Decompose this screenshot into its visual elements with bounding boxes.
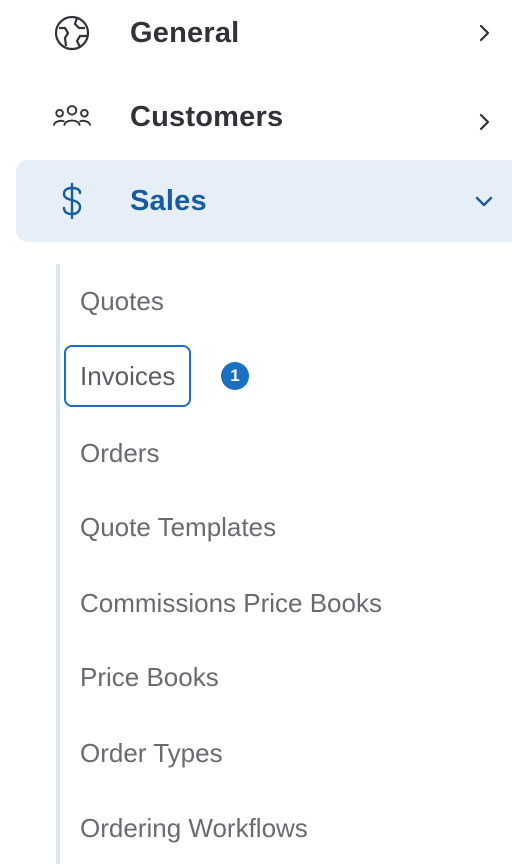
nav-item-sales[interactable]: Sales	[16, 160, 512, 242]
chevron-down-icon	[474, 191, 494, 211]
submenu-guide-line	[56, 264, 60, 864]
submenu-item-quote-templates[interactable]: Quote Templates	[64, 496, 292, 558]
submenu-item-price-books[interactable]: Price Books	[64, 646, 235, 708]
submenu-item-invoices[interactable]: Invoices	[64, 345, 192, 407]
submenu-item-order-types[interactable]: Order Types	[64, 722, 239, 784]
nav-label-customers: Customers	[130, 100, 284, 133]
dollar-icon	[52, 181, 92, 221]
notification-badge: 1	[221, 362, 249, 390]
submenu-item-orders[interactable]: Orders	[64, 422, 175, 484]
users-icon	[52, 97, 92, 137]
nav-label-sales: Sales	[130, 184, 207, 217]
nav-item-general[interactable]: General	[16, 0, 512, 74]
nav-label-general: General	[130, 16, 240, 49]
submenu-item-quotes[interactable]: Quotes	[64, 270, 180, 332]
chevron-right-icon	[474, 23, 494, 43]
submenu-item-commissions-price-books[interactable]: Commissions Price Books	[64, 572, 398, 634]
submenu-item-ordering-workflows[interactable]: Ordering Workflows	[64, 797, 324, 859]
nav-item-customers[interactable]: Customers	[16, 76, 512, 158]
chevron-right-icon	[474, 112, 494, 132]
globe-icon	[52, 13, 92, 53]
